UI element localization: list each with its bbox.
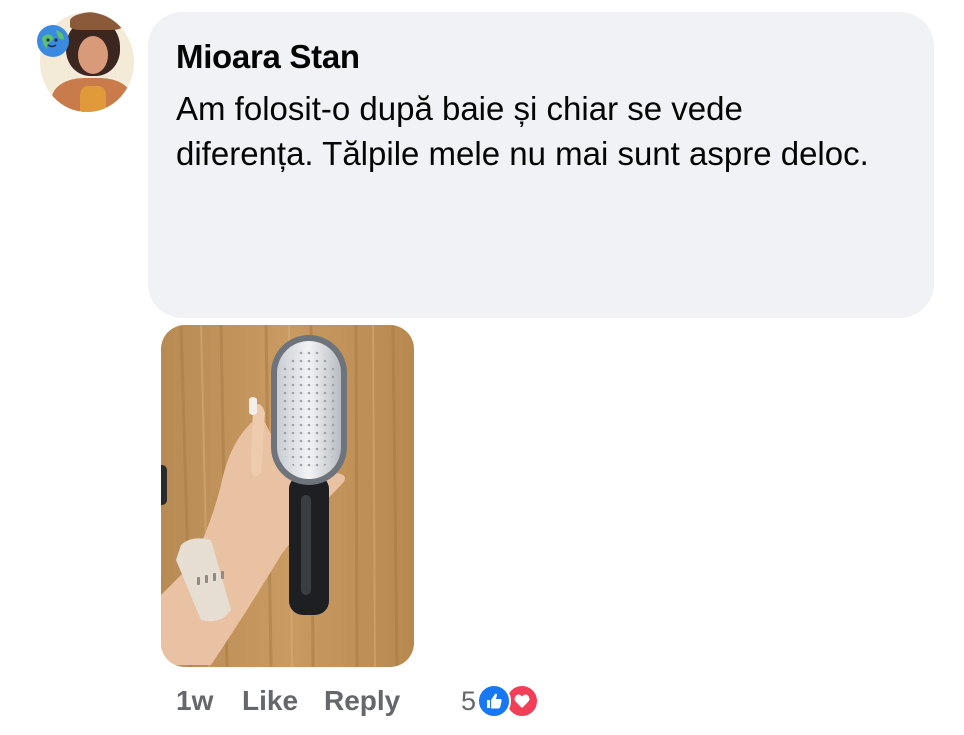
reply-button[interactable]: Reply bbox=[324, 685, 400, 717]
avatar[interactable] bbox=[36, 12, 134, 112]
photo-attachment[interactable] bbox=[161, 325, 414, 667]
reactions-summary[interactable]: 5 bbox=[461, 683, 540, 719]
author-name[interactable]: Mioara Stan bbox=[176, 38, 360, 76]
comment-text: Am folosit-o după baie și chiar se vede … bbox=[176, 90, 869, 172]
reaction-count: 5 bbox=[461, 685, 477, 716]
comment: Mioara Stan Am folosit-o după baie și ch… bbox=[0, 0, 964, 735]
globe-badge-icon bbox=[37, 25, 69, 57]
like-reaction-icon bbox=[477, 684, 512, 718]
timestamp[interactable]: 1w bbox=[176, 685, 213, 717]
photo-attachment-image bbox=[161, 325, 414, 667]
like-button[interactable]: Like bbox=[242, 685, 298, 717]
comment-bubble: Mioara Stan Am folosit-o după baie și ch… bbox=[148, 12, 934, 318]
